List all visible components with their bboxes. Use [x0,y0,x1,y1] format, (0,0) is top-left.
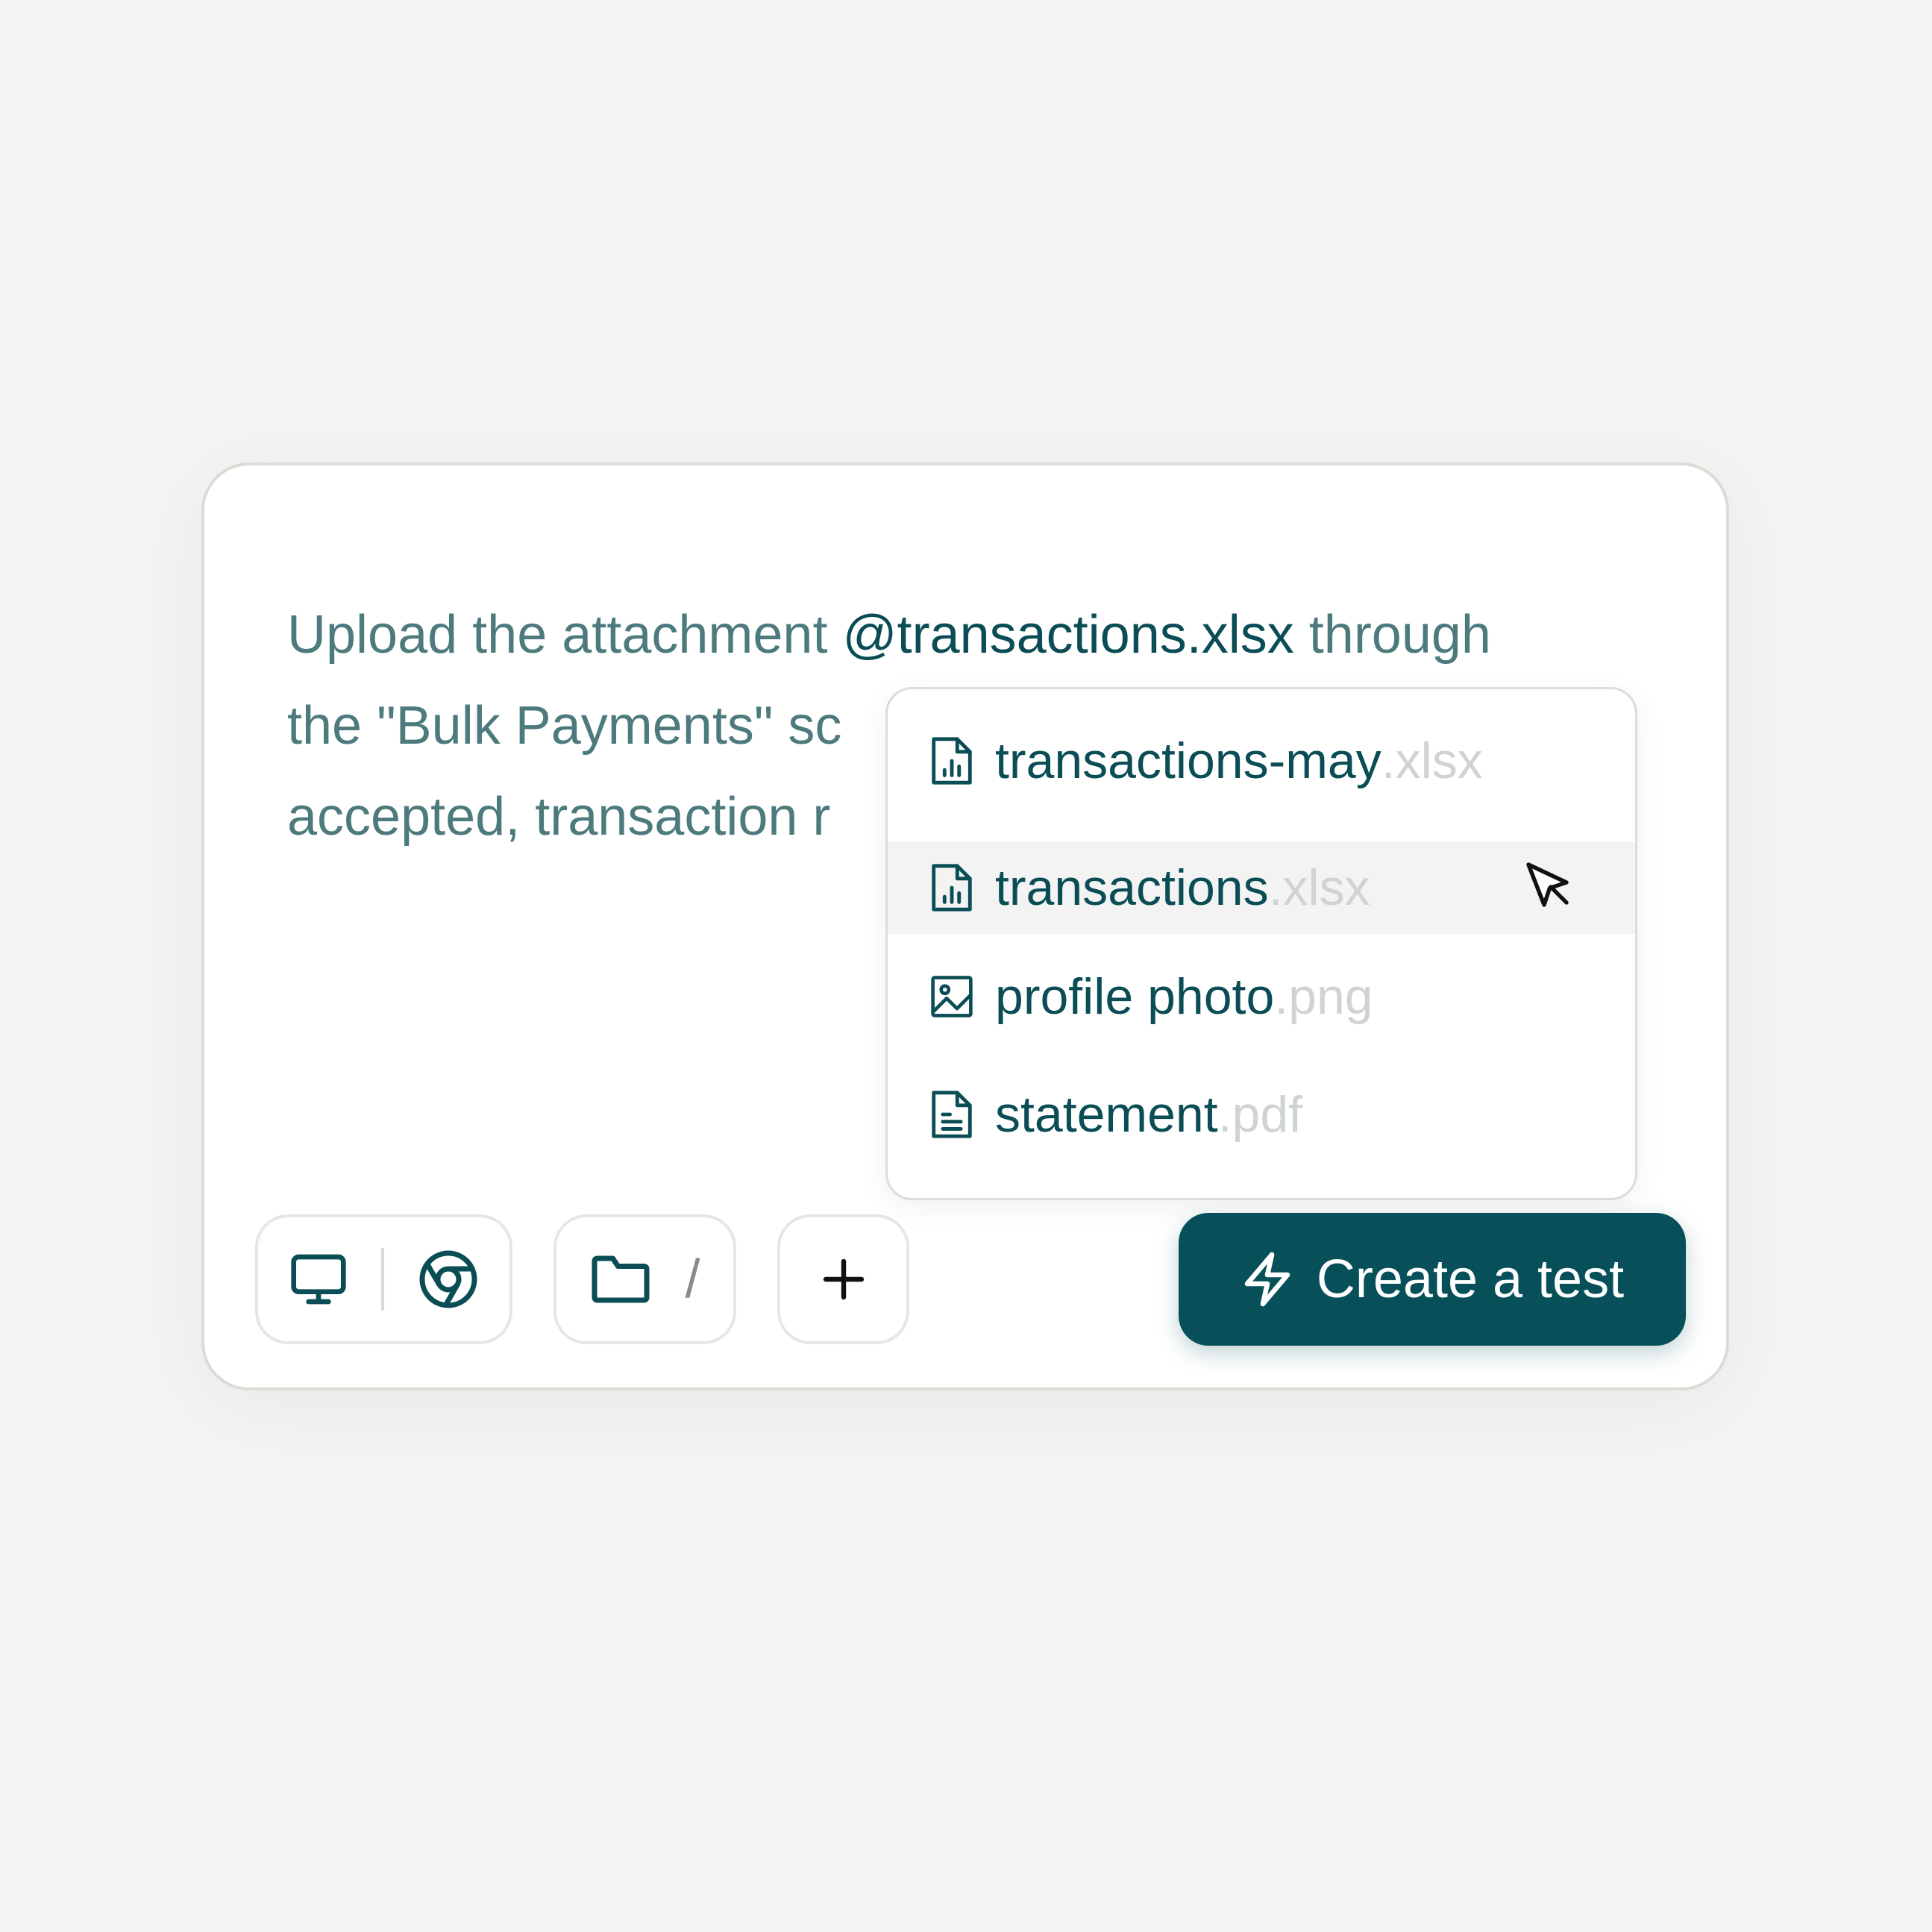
document-file-icon [932,1091,972,1138]
file-extension: .png [1274,968,1373,1025]
file-mention-dropdown: transactions-may .xlsx transactions .xlsx … [885,687,1637,1200]
folder-icon [592,1255,650,1303]
file-name: statement [995,1086,1218,1143]
spreadsheet-file-icon [932,737,972,785]
image-file-icon [931,976,973,1017]
dropdown-item-profile-photo[interactable]: profile photo .png [888,950,1635,1043]
spreadsheet-file-icon [932,864,972,912]
environment-selector-button[interactable] [255,1214,512,1344]
file-extension: .xlsx [1381,733,1483,789]
prompt-text-segment: through [1293,605,1491,665]
desktop-icon [290,1254,346,1305]
file-extension: .xlsx [1268,859,1370,916]
plus-icon [823,1258,864,1300]
prompt-line-1: Upload the attachment @transactions.xlsx… [287,589,1675,680]
folder-slash-label: / [685,1249,700,1309]
add-button[interactable] [777,1214,909,1344]
dropdown-item-statement[interactable]: statement .pdf [888,1068,1635,1161]
file-name: transactions [995,859,1269,916]
lightning-icon [1244,1252,1290,1307]
chrome-icon [419,1250,477,1308]
mouse-cursor-icon [1526,862,1569,907]
divider [380,1248,384,1311]
file-mention[interactable]: @transactions.xlsx [842,605,1293,665]
file-extension: .pdf [1217,1086,1303,1143]
create-test-button[interactable]: Create a test [1179,1213,1686,1346]
create-test-label: Create a test [1316,1249,1625,1309]
file-name: transactions-may [995,733,1381,789]
file-name: profile photo [995,968,1275,1025]
prompt-text-segment: Upload the attachment [287,605,843,665]
folder-button[interactable]: / [553,1214,736,1344]
dropdown-item-transactions-may[interactable]: transactions-may .xlsx [888,715,1635,807]
